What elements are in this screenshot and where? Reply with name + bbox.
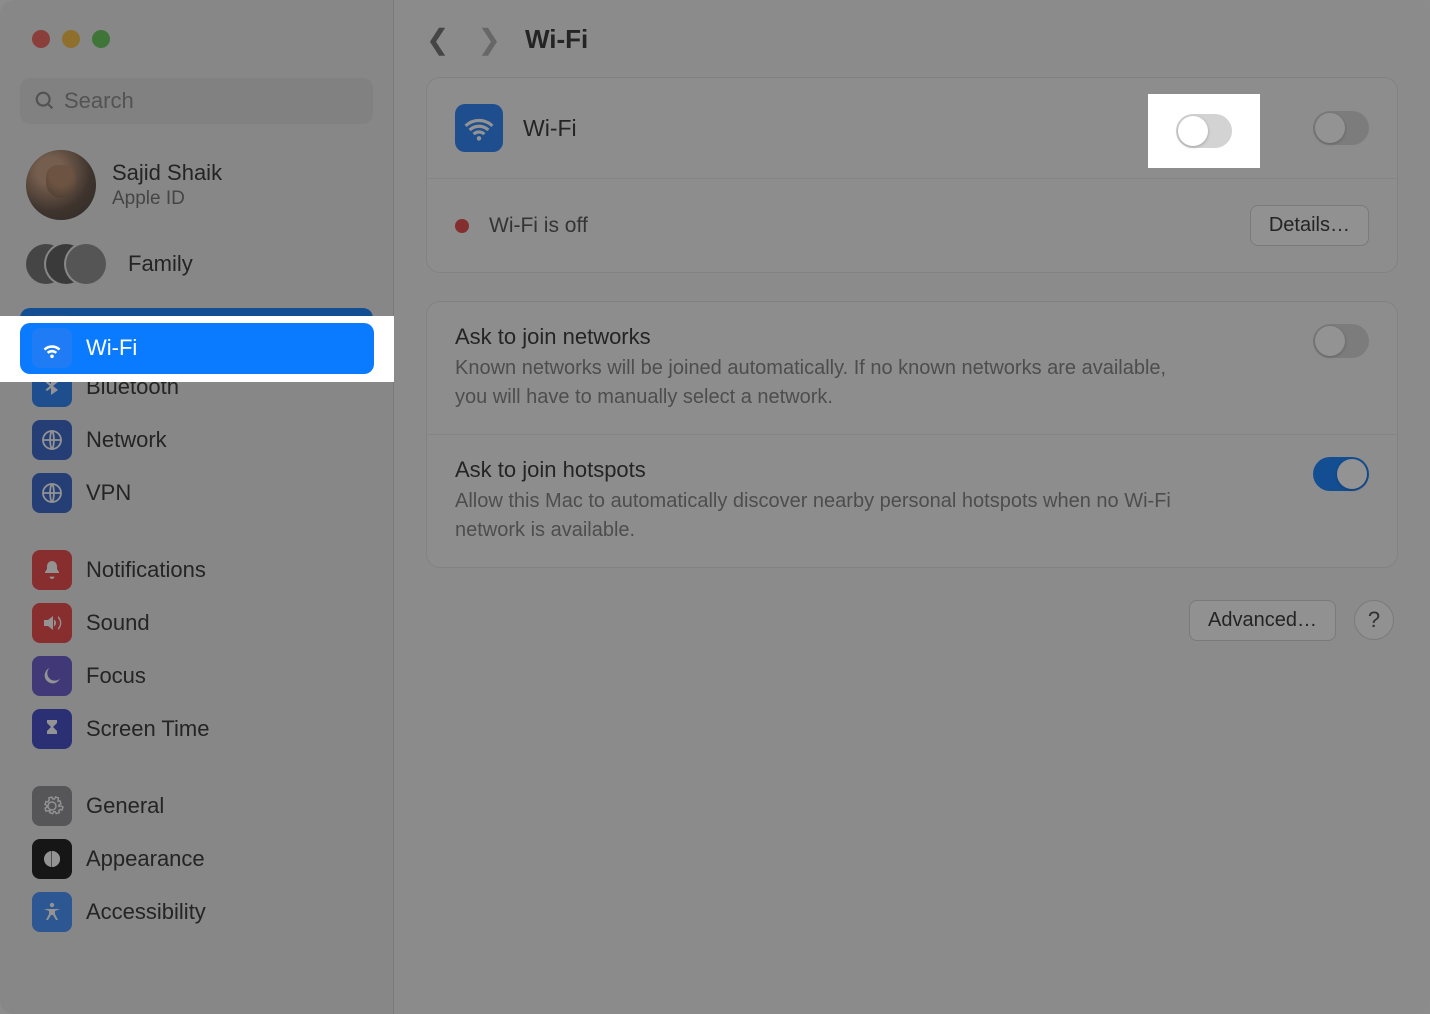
zoom-window[interactable] (92, 30, 110, 48)
gear-icon (32, 786, 72, 826)
sidebar-item-label: Appearance (86, 846, 205, 872)
wifi-icon (455, 104, 503, 152)
nav-arrows: ❮ ❯ (426, 26, 501, 54)
details-button[interactable]: Details… (1250, 205, 1369, 246)
sidebar-item-accessibility[interactable]: Accessibility (20, 886, 373, 937)
sidebar-item-label: Network (86, 427, 167, 453)
settings-window: Search Sajid Shaik Apple ID Family Wi-Fi… (0, 0, 1430, 1014)
option-desc: Allow this Mac to automatically discover… (455, 487, 1175, 545)
sidebar: Search Sajid Shaik Apple ID Family Wi-Fi… (0, 0, 394, 1014)
search-icon (34, 90, 56, 112)
sidebar-item-label: General (86, 793, 164, 819)
sidebar-nav: Wi-Fi Bluetooth Network VPN Notification… (0, 302, 393, 969)
moon-icon (32, 656, 72, 696)
status-indicator-icon (455, 219, 469, 233)
sidebar-item-label: Accessibility (86, 899, 206, 925)
sidebar-item-screen-time[interactable]: Screen Time (20, 703, 373, 754)
page-title: Wi-Fi (525, 24, 588, 55)
advanced-button[interactable]: Advanced… (1189, 600, 1336, 641)
sidebar-item-notifications[interactable]: Notifications (20, 544, 373, 595)
content: ❮ ❯ Wi-Fi Wi-Fi Wi-Fi is off Details… (394, 0, 1430, 1014)
wifi-header-label: Wi-Fi (523, 115, 577, 142)
status-panel: Wi-Fi Wi-Fi is off Details… (426, 77, 1398, 273)
window-controls (0, 30, 393, 48)
options-panel: Ask to join networks Known networks will… (426, 301, 1398, 568)
appearance-icon (32, 839, 72, 879)
option-desc: Known networks will be joined automatica… (455, 354, 1175, 412)
sidebar-item-label: Screen Time (86, 716, 210, 742)
status-text: Wi-Fi is off (489, 214, 588, 238)
sidebar-item-focus[interactable]: Focus (20, 650, 373, 701)
sidebar-item-wi-fi[interactable]: Wi-Fi (20, 308, 373, 359)
sidebar-item-network[interactable]: Network (20, 414, 373, 465)
sidebar-item-label: Sound (86, 610, 150, 636)
family-item[interactable]: Family (0, 238, 393, 302)
sidebar-item-sound[interactable]: Sound (20, 597, 373, 648)
sidebar-item-label: Wi-Fi (86, 321, 137, 347)
sidebar-item-vpn[interactable]: VPN (20, 467, 373, 518)
sound-icon (32, 603, 72, 643)
access-icon (32, 892, 72, 932)
sidebar-item-label: VPN (86, 480, 131, 506)
wifi-toggle[interactable] (1313, 111, 1369, 145)
topbar: ❮ ❯ Wi-Fi (426, 24, 1398, 55)
back-button[interactable]: ❮ (426, 26, 449, 54)
minimize-window[interactable] (62, 30, 80, 48)
sidebar-item-label: Bluetooth (86, 374, 179, 400)
search-input[interactable]: Search (20, 78, 373, 124)
family-label: Family (128, 251, 193, 277)
option-toggle[interactable] (1313, 324, 1369, 358)
search-placeholder: Search (64, 88, 134, 114)
footer-buttons: Advanced… ? (426, 596, 1398, 651)
help-button[interactable]: ? (1354, 600, 1394, 640)
wifi-status-row: Wi-Fi is off Details… (427, 179, 1397, 272)
bell-icon (32, 550, 72, 590)
option-toggle[interactable] (1313, 457, 1369, 491)
sidebar-item-general[interactable]: General (20, 780, 373, 831)
option-ask-to-join-hotspots: Ask to join hotspots Allow this Mac to a… (427, 435, 1397, 567)
wifi-icon (32, 314, 72, 354)
account-sub: Apple ID (112, 188, 222, 210)
option-title: Ask to join hotspots (455, 457, 1175, 483)
globe-icon (32, 473, 72, 513)
bt-icon (32, 367, 72, 407)
account-item[interactable]: Sajid Shaik Apple ID (0, 146, 393, 238)
sidebar-item-label: Focus (86, 663, 146, 689)
option-ask-to-join-networks: Ask to join networks Known networks will… (427, 302, 1397, 435)
globe-icon (32, 420, 72, 460)
family-avatars (26, 244, 106, 284)
wifi-header-row: Wi-Fi (427, 78, 1397, 179)
hourglass-icon (32, 709, 72, 749)
option-title: Ask to join networks (455, 324, 1175, 350)
sidebar-item-appearance[interactable]: Appearance (20, 833, 373, 884)
sidebar-item-label: Notifications (86, 557, 206, 583)
forward-button[interactable]: ❯ (477, 26, 500, 54)
sidebar-item-bluetooth[interactable]: Bluetooth (20, 361, 373, 412)
account-avatar (26, 150, 96, 220)
account-name: Sajid Shaik (112, 160, 222, 186)
close-window[interactable] (32, 30, 50, 48)
